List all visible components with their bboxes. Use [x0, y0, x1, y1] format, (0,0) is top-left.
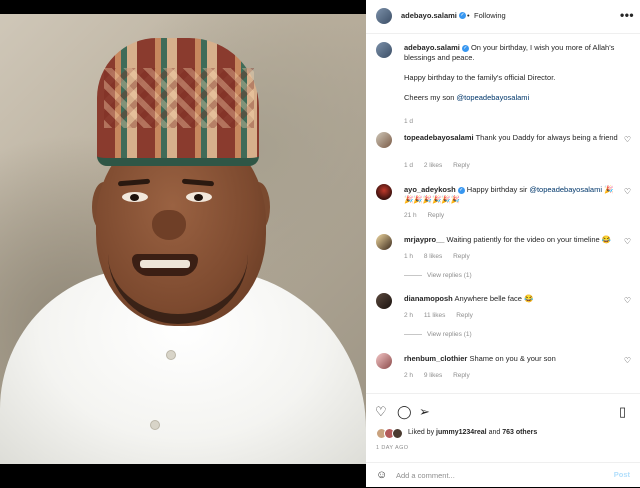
- comment-text: topeadebayosalami Thank you Daddy for al…: [404, 133, 618, 143]
- view-replies-button[interactable]: View replies (1): [404, 331, 472, 338]
- comment-meta: 2 h 11 likes Reply: [404, 312, 482, 319]
- reply-button[interactable]: Reply: [453, 372, 470, 379]
- verified-badge-icon: ✓: [457, 186, 465, 194]
- comment-body: Anywhere belle face 😂: [454, 294, 534, 303]
- caption-avatar[interactable]: [376, 42, 392, 58]
- comment-time: 2 h: [404, 372, 414, 379]
- comment-text: dianamoposh Anywhere belle face 😂: [404, 294, 618, 304]
- add-comment-input[interactable]: [396, 468, 596, 482]
- comment-like-heart-icon[interactable]: ♡: [624, 296, 631, 305]
- caption-text: adebayo.salami ✓ On your birthday, I wish…: [404, 43, 618, 103]
- replies-divider: [404, 274, 422, 276]
- comment-meta: 2 h 9 likes Reply: [404, 372, 479, 379]
- nose: [152, 210, 186, 240]
- header-separator: •: [467, 11, 470, 20]
- comment-meta: 1 d 2 likes Reply: [404, 162, 479, 169]
- comment-username[interactable]: dianamoposh: [404, 294, 453, 303]
- commenter-avatar[interactable]: [376, 293, 392, 309]
- comment-meta: 1 h 8 likes Reply: [404, 253, 479, 260]
- caption-mention-link[interactable]: @topeadebayosalami: [457, 93, 530, 102]
- post-header: adebayo.salami ✓ • Following •••: [366, 0, 640, 34]
- comment-meta: 21 h Reply: [404, 212, 453, 219]
- post-actions: ♡ ◯ ➢ ▯ Liked by jummy1234real and 763 o…: [366, 393, 640, 487]
- cap-embroidery: [104, 68, 254, 128]
- comment-like-heart-icon[interactable]: ♡: [624, 356, 631, 365]
- comment-like-heart-icon[interactable]: ♡: [624, 237, 631, 246]
- post-side-panel: adebayo.salami ✓ • Following ••• adebayo…: [366, 0, 640, 487]
- caption-line2: Happy birthday to the family's official …: [404, 73, 556, 82]
- comments-list[interactable]: adebayo.salami ✓ On your birthday, I wish…: [366, 34, 640, 393]
- comment-time: 1 h: [404, 253, 414, 260]
- comment-time: 1 d: [404, 162, 414, 169]
- comment-text: ayo_adeykosh ✓ Happy birthday sir @topead…: [404, 185, 618, 205]
- liked-by-prefix: Liked by: [408, 429, 437, 436]
- comment-text: rhenbum_clothier Shame on you & your son: [404, 354, 618, 364]
- commenter-avatar[interactable]: [376, 184, 392, 200]
- share-icon[interactable]: ➢: [419, 404, 430, 420]
- caption-meta: 1 d: [404, 118, 422, 125]
- comment-text: mrjaypro__ Waiting patiently for the vid…: [404, 235, 618, 245]
- view-replies-button[interactable]: View replies (1): [404, 272, 472, 279]
- liked-by-others[interactable]: 763 others: [502, 429, 537, 436]
- view-replies-label: View replies (1): [427, 272, 472, 279]
- replies-divider: [404, 333, 422, 335]
- reply-button[interactable]: Reply: [453, 162, 470, 169]
- view-replies-label: View replies (1): [427, 331, 472, 338]
- post-image[interactable]: [0, 14, 366, 464]
- reply-button[interactable]: Reply: [453, 253, 470, 260]
- left-eye: [122, 192, 148, 202]
- caption-username[interactable]: adebayo.salami: [404, 43, 460, 52]
- commenter-avatar[interactable]: [376, 234, 392, 250]
- comment-likes[interactable]: 9 likes: [424, 372, 442, 379]
- comment-username[interactable]: mrjaypro__: [404, 235, 444, 244]
- comment-likes[interactable]: 8 likes: [424, 253, 442, 260]
- shirt-button: [150, 420, 160, 430]
- owner-avatar[interactable]: [376, 8, 392, 24]
- liked-by-user[interactable]: jummy1234real: [436, 429, 487, 436]
- comment-body: Happy birthday sir: [466, 185, 530, 194]
- liker-avatar: [392, 428, 403, 439]
- comment-body: Thank you Daddy for always being a frien…: [475, 133, 618, 142]
- liked-by-text: Liked by jummy1234real and 763 others: [408, 429, 537, 436]
- liked-by-row: Liked by jummy1234real and 763 others: [376, 428, 636, 440]
- comment-time: 2 h: [404, 312, 414, 319]
- comment-time: 21 h: [404, 212, 417, 219]
- caption-line3: Cheers my son: [404, 93, 457, 102]
- more-options-icon[interactable]: •••: [620, 8, 634, 22]
- instagram-post: adebayo.salami ✓ • Following ••• adebayo…: [0, 0, 640, 487]
- reply-button[interactable]: Reply: [456, 312, 473, 319]
- commenter-avatar[interactable]: [376, 132, 392, 148]
- comment-icon[interactable]: ◯: [397, 404, 412, 420]
- add-comment-bar: ☺ Post: [366, 462, 640, 488]
- following-button[interactable]: Following: [474, 11, 506, 20]
- commenter-avatar[interactable]: [376, 353, 392, 369]
- liked-by-mid: and: [486, 429, 503, 436]
- shirt-button: [166, 350, 176, 360]
- comment-body: Waiting patiently for the video on your …: [446, 235, 612, 244]
- caption-time: 1 d: [404, 118, 414, 125]
- right-eye: [186, 192, 212, 202]
- comment-mention-link[interactable]: @topeadebayosalami: [529, 185, 602, 194]
- owner-username[interactable]: adebayo.salami: [401, 11, 457, 20]
- comment-username[interactable]: topeadebayosalami: [404, 133, 474, 142]
- emoji-icon[interactable]: ☺: [376, 469, 387, 481]
- comment-likes[interactable]: 2 likes: [424, 162, 442, 169]
- post-time-ago: 1 DAY AGO: [376, 445, 409, 451]
- comment-username[interactable]: ayo_adeykosh: [404, 185, 456, 194]
- reply-button[interactable]: Reply: [427, 212, 444, 219]
- comment-like-heart-icon[interactable]: ♡: [624, 135, 631, 144]
- post-comment-button[interactable]: Post: [614, 470, 630, 479]
- comment-username[interactable]: rhenbum_clothier: [404, 354, 467, 363]
- comment-body: Shame on you & your son: [469, 354, 556, 363]
- bookmark-icon[interactable]: ▯: [619, 404, 626, 420]
- verified-badge-icon: ✓: [459, 12, 466, 19]
- comment-like-heart-icon[interactable]: ♡: [624, 187, 631, 196]
- like-heart-icon[interactable]: ♡: [375, 404, 387, 420]
- comment-likes[interactable]: 11 likes: [424, 312, 446, 319]
- verified-badge-icon: ✓: [461, 44, 469, 52]
